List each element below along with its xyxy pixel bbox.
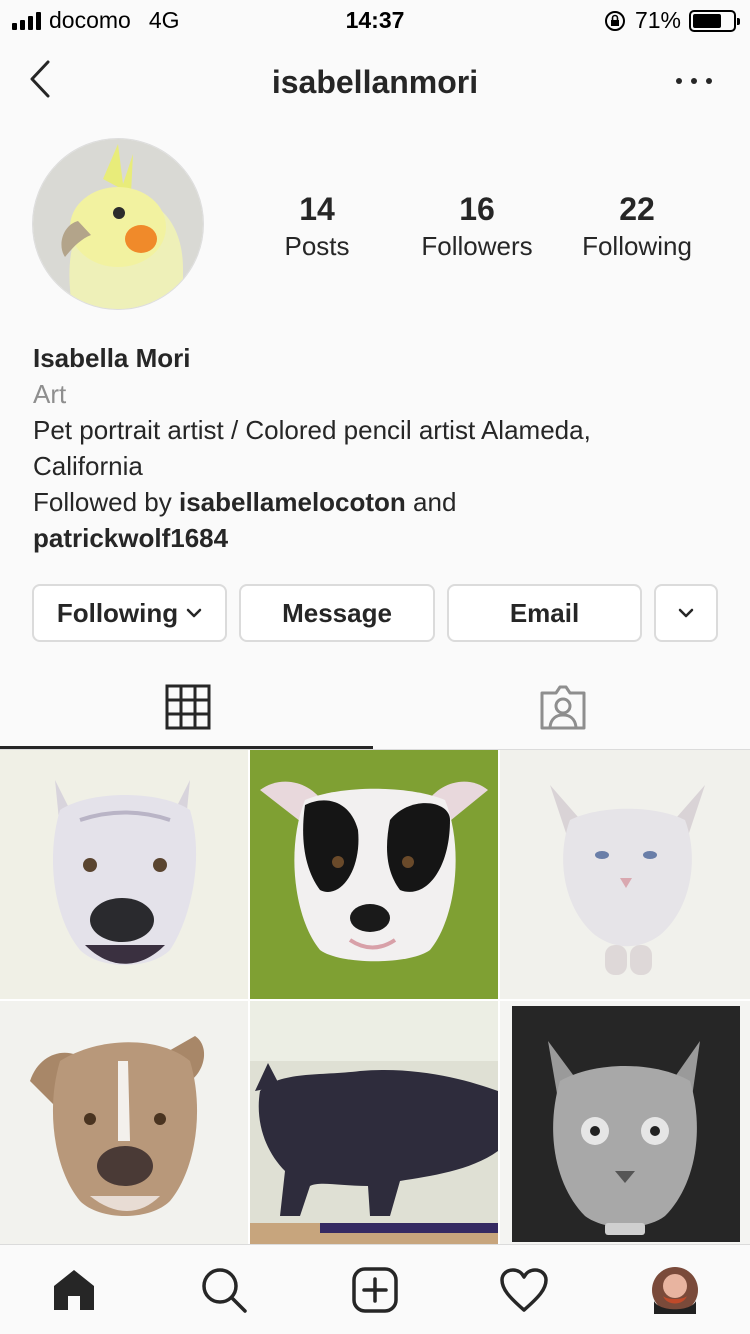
nav-home[interactable] xyxy=(49,1265,99,1315)
suggested-accounts-button[interactable] xyxy=(654,584,718,642)
gray-cat-portrait xyxy=(500,1001,750,1244)
more-dot-icon xyxy=(691,78,697,84)
posts-label: Posts xyxy=(284,231,350,261)
home-icon xyxy=(54,1270,94,1310)
posts-grid xyxy=(0,750,750,1244)
email-button-label: Email xyxy=(509,597,580,628)
black-white-dog-portrait xyxy=(250,750,498,999)
grid-icon xyxy=(165,684,210,730)
tab-tagged[interactable] xyxy=(375,664,750,750)
post-thumbnail[interactable] xyxy=(250,750,498,999)
battery-icon xyxy=(689,9,740,32)
more-options-button[interactable] xyxy=(676,66,712,96)
stat-posts[interactable]: 14 Posts xyxy=(237,190,397,264)
profile-avatar[interactable] xyxy=(32,138,204,310)
more-dot-icon xyxy=(676,78,682,84)
message-button[interactable]: Message xyxy=(239,584,435,642)
tagged-person-icon xyxy=(540,685,585,730)
post-thumbnail[interactable] xyxy=(500,750,750,999)
activity-heart-icon xyxy=(500,1268,548,1312)
profile-username-title: isabellanmori xyxy=(271,64,479,100)
new-post-icon xyxy=(352,1267,398,1313)
bio-description-line1: Pet portrait artist / Colored pencil art… xyxy=(33,415,591,445)
post-thumbnail[interactable] xyxy=(250,1001,498,1244)
cockatiel-avatar-image xyxy=(33,139,203,309)
email-button[interactable]: Email xyxy=(447,584,642,642)
battery-percent: 71% xyxy=(634,7,681,33)
following-label: Following xyxy=(582,231,692,261)
followed-by-user-link[interactable]: isabellamelocoton xyxy=(179,487,406,517)
followed-by-and: and xyxy=(405,487,457,517)
profile-avatar xyxy=(652,1267,698,1314)
followed-by-prefix: Followed by xyxy=(33,487,179,517)
nav-profile[interactable] xyxy=(650,1265,700,1315)
pitbull-white-portrait xyxy=(0,750,248,999)
post-thumbnail[interactable] xyxy=(0,750,248,999)
battery-fill xyxy=(693,13,721,28)
status-right: 71% xyxy=(603,7,740,34)
chevron-down-icon xyxy=(678,608,694,618)
bottom-tab-bar xyxy=(0,1244,750,1334)
following-button-label: Following xyxy=(56,597,179,628)
post-thumbnail[interactable] xyxy=(0,1001,248,1244)
status-bar: docomo 4G 14:37 71% xyxy=(0,0,750,40)
following-button[interactable]: Following xyxy=(32,584,227,642)
more-dot-icon xyxy=(706,78,712,84)
tab-grid[interactable] xyxy=(0,664,375,750)
stat-followers[interactable]: 16 Followers xyxy=(397,190,557,264)
rotation-lock-icon xyxy=(604,10,625,31)
nav-new-post[interactable] xyxy=(350,1265,400,1315)
bio-description-line2: California xyxy=(33,451,143,481)
brown-pitbull-portrait xyxy=(0,1001,248,1244)
message-button-label: Message xyxy=(282,597,392,628)
followed-by-line: Followed by isabellamelocoton and xyxy=(33,484,723,520)
chevron-down-icon xyxy=(186,608,202,618)
black-cat-drawing xyxy=(250,1001,498,1244)
post-thumbnail[interactable] xyxy=(500,1001,750,1244)
nav-search[interactable] xyxy=(199,1265,249,1315)
white-cat-portrait xyxy=(500,750,750,999)
stat-following[interactable]: 22 Following xyxy=(557,190,717,264)
following-count: 22 xyxy=(619,191,655,227)
nav-activity[interactable] xyxy=(499,1265,549,1315)
profile-bio: Isabella Mori Art Pet portrait artist / … xyxy=(33,340,723,556)
followed-by-user-link[interactable]: patrickwolf1684 xyxy=(33,520,723,556)
profile-category: Art xyxy=(33,379,67,409)
profile-full-name: Isabella Mori xyxy=(33,343,191,373)
search-icon xyxy=(202,1268,247,1313)
followers-count: 16 xyxy=(459,191,495,227)
followers-label: Followers xyxy=(421,231,533,261)
posts-count: 14 xyxy=(299,191,335,227)
nav-header: isabellanmori xyxy=(0,44,750,124)
